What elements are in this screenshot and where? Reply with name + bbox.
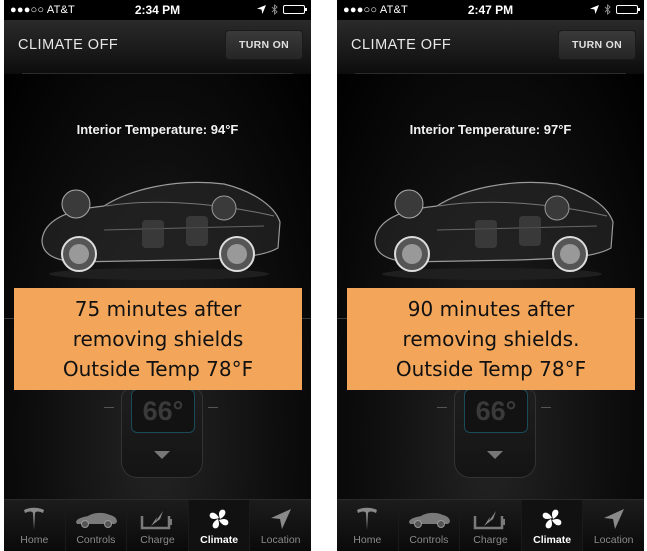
tab-controls[interactable]: Controls [397, 500, 460, 551]
bluetooth-icon [604, 4, 611, 15]
climate-header: CLIMATE OFF TURN ON [337, 20, 644, 74]
bluetooth-icon [271, 4, 278, 15]
tab-charge[interactable]: Charge [126, 500, 188, 551]
annotation-note: 90 minutes after removing shields. Outsi… [347, 288, 635, 390]
tab-charge[interactable]: Charge [459, 500, 521, 551]
tesla-logo-icon [357, 507, 378, 530]
note-line-3: Outside Temp 78°F [62, 357, 254, 381]
decrease-temperature-arrow-icon[interactable] [487, 451, 503, 459]
tab-controls[interactable]: Controls [64, 500, 127, 551]
battery-charge-icon [141, 511, 173, 530]
climate-status-title: CLIMATE OFF [351, 37, 452, 53]
status-bar: ●●●○○ AT&T 2:47 PM [337, 0, 644, 20]
location-arrow-icon [270, 509, 291, 529]
turn-on-button[interactable]: TURN ON [225, 30, 303, 60]
car-icon [408, 512, 450, 528]
tab-label: Home [353, 534, 382, 546]
phone-screenshot-90-minutes: ●●●○○ AT&T 2:47 PM CLIMATE OFF TURN ON I… [337, 0, 644, 551]
tab-bar: Home Controls Charge Climate Location [337, 499, 644, 551]
tab-climate[interactable]: Climate [520, 500, 583, 551]
set-temperature: 66° [131, 389, 195, 433]
note-line-3: Outside Temp 78°F [395, 357, 587, 381]
tab-location[interactable]: Location [582, 500, 644, 551]
tab-label: Climate [533, 534, 572, 546]
decrease-temperature-arrow-icon[interactable] [154, 451, 170, 459]
set-temperature: 66° [464, 389, 528, 433]
car-xray-image [374, 181, 614, 280]
tab-label: Home [20, 534, 49, 546]
tab-label: Location [593, 534, 634, 546]
car-icon [75, 512, 117, 528]
climate-status-title: CLIMATE OFF [18, 37, 119, 53]
note-line-1: 75 minutes after [74, 297, 242, 321]
location-arrow-icon [603, 509, 624, 529]
climate-header: CLIMATE OFF TURN ON [4, 20, 311, 74]
fan-icon [542, 509, 562, 529]
battery-icon [283, 5, 307, 14]
tab-home[interactable]: Home [337, 500, 398, 551]
note-line-2: removing shields [72, 327, 244, 351]
interior-temperature: Interior Temperature: 97°F [409, 122, 572, 137]
phone-screenshot-75-minutes: ●●●○○ AT&T 2:34 PM CLIMATE OFF TURN ON I… [4, 0, 311, 551]
battery-icon [616, 5, 640, 14]
tab-label: Controls [76, 534, 116, 546]
temperature-dial[interactable]: 66° [454, 388, 536, 478]
location-services-icon [257, 5, 266, 14]
tab-label: Location [260, 534, 301, 546]
interior-temperature: Interior Temperature: 94°F [76, 122, 239, 137]
tab-location[interactable]: Location [249, 500, 311, 551]
tab-label: Charge [473, 534, 508, 546]
tab-label: Controls [409, 534, 449, 546]
annotation-note: 75 minutes after removing shields Outsid… [14, 288, 302, 390]
tab-label: Climate [200, 534, 239, 546]
fan-icon [209, 509, 229, 529]
tab-climate[interactable]: Climate [187, 500, 250, 551]
tab-bar: Home Controls Charge Climate Location [4, 499, 311, 551]
tab-label: Charge [140, 534, 175, 546]
temperature-dial[interactable]: 66° [121, 388, 203, 478]
note-line-1: 90 minutes after [407, 297, 575, 321]
note-line-2: removing shields. [402, 327, 580, 351]
tab-home[interactable]: Home [4, 500, 65, 551]
battery-charge-icon [474, 511, 506, 530]
car-xray-image [41, 181, 281, 280]
location-services-icon [590, 5, 599, 14]
turn-on-button[interactable]: TURN ON [558, 30, 636, 60]
status-bar: ●●●○○ AT&T 2:34 PM [4, 0, 311, 20]
tesla-logo-icon [24, 507, 45, 530]
